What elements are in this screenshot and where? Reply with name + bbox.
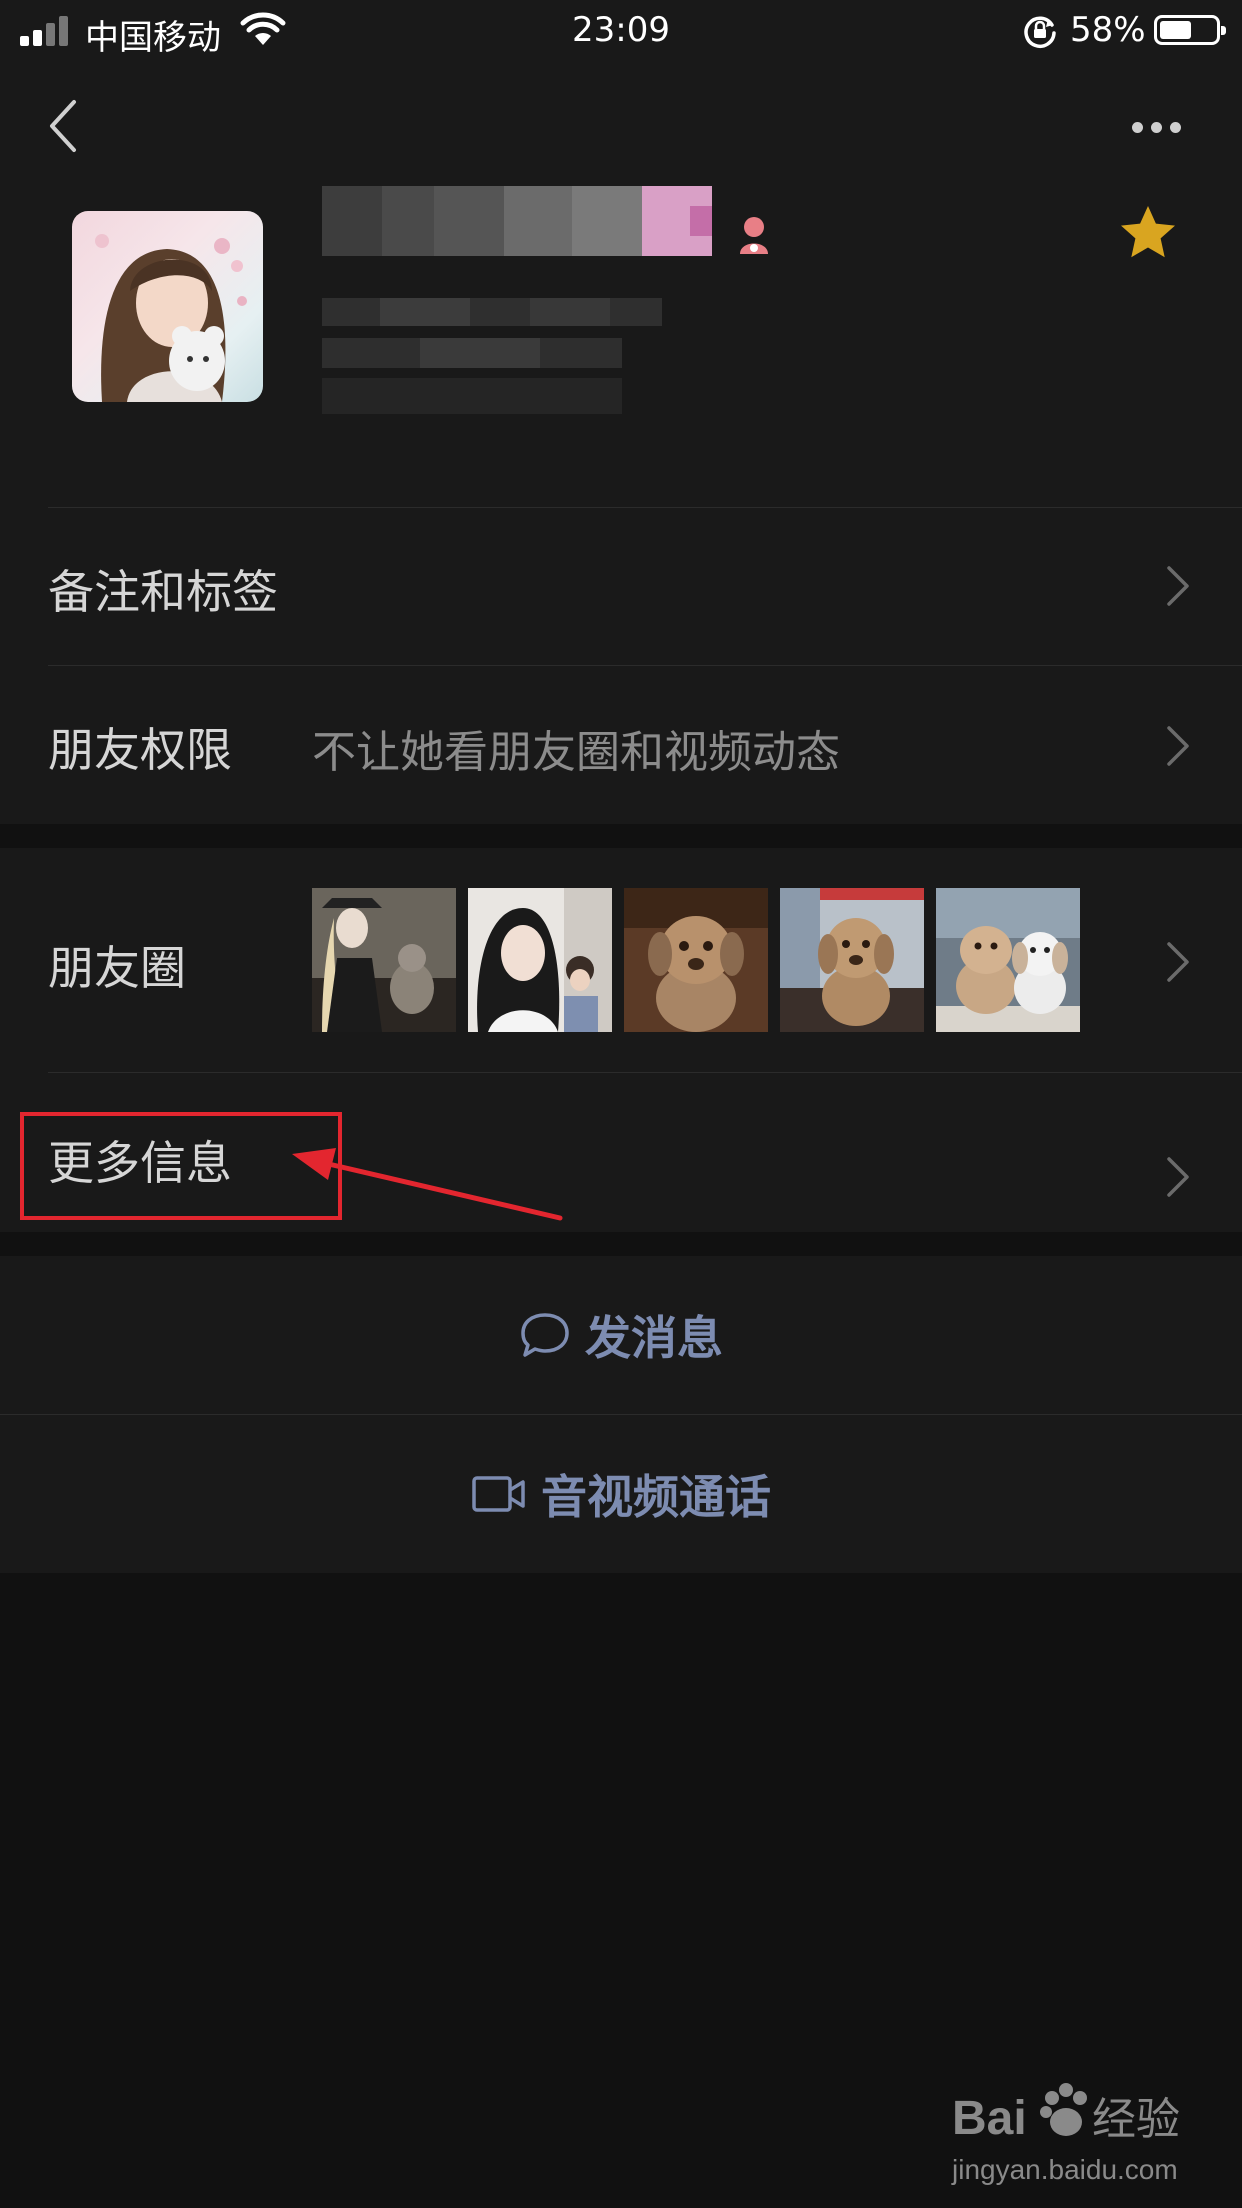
remarks-tags-label: 备注和标签 [48,565,278,619]
remarks-tags-row[interactable]: 备注和标签 [0,508,1242,664]
moments-label: 朋友圈 [48,941,186,995]
section-gap [0,824,1242,848]
moments-thumbnail-dog-sitting[interactable] [780,888,924,1032]
send-message-label: 发消息 [585,1311,723,1365]
chevron-right-icon [1167,726,1189,766]
star-icon[interactable] [1117,202,1179,264]
battery-percent: 58% [1070,10,1146,50]
svg-text:经验: 经验 [1092,2094,1180,2145]
video-call-label: 音视频通话 [541,1470,771,1524]
moments-thumbnail-dog-portrait[interactable] [624,888,768,1032]
more-options-button[interactable] [1126,100,1186,152]
svg-text:Bai: Bai [952,2092,1027,2145]
moments-thumbnail-two-dogs[interactable] [936,888,1080,1032]
moments-thumbnail-woman-with-cat[interactable] [312,888,456,1032]
moments-thumbnail-woman-with-girl[interactable] [468,888,612,1032]
female-icon [740,217,768,254]
friend-permissions-value: 不让她看朋友圈和视频动态 [312,727,840,778]
chevron-right-icon [1167,566,1189,606]
arrow-annotation-icon [292,1148,563,1221]
friend-permissions-row[interactable]: 朋友权限 不让她看朋友圈和视频动态 [0,666,1242,824]
rotation-lock-icon [1024,16,1056,48]
chevron-right-icon [1167,942,1189,982]
baidu-jingyan-logo: Bai 经验 [952,2083,1180,2145]
friend-permissions-label: 朋友权限 [48,723,232,777]
status-bar: 中国移动 23:09 58% [0,0,1242,62]
battery-icon [1154,15,1226,45]
video-camera-icon [472,1476,525,1512]
chevron-left-icon[interactable] [44,96,84,156]
chevron-right-icon [1167,1157,1189,1197]
avatar-portrait-image [95,234,247,402]
watermark-url: jingyan.baidu.com [952,2154,1178,2185]
video-call-button[interactable]: 音视频通话 [0,1415,1242,1573]
send-message-button[interactable]: 发消息 [0,1256,1242,1414]
section-gap [0,1232,1242,1256]
chat-bubble-icon [521,1313,569,1357]
battery-level-fill [1160,21,1191,39]
avatar[interactable] [72,211,263,402]
